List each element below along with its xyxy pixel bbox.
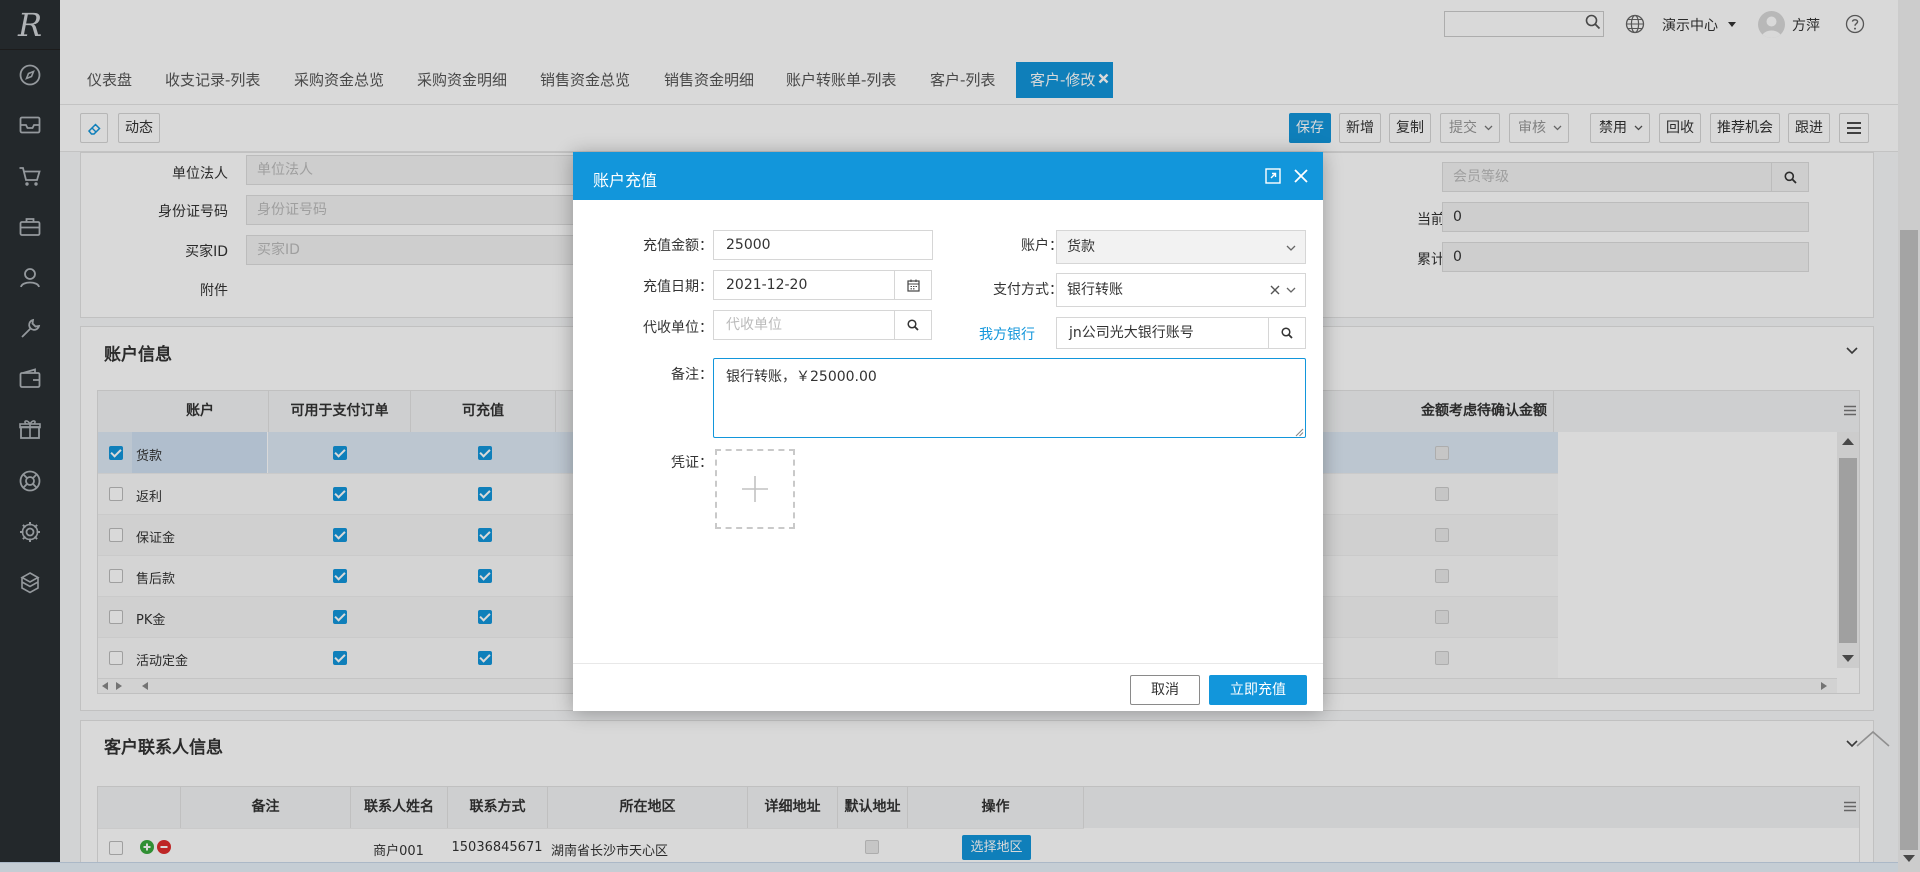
- plus-icon: [741, 475, 769, 503]
- date-picker-button[interactable]: [894, 270, 932, 300]
- pay-method-label: 支付方式：: [993, 282, 1063, 298]
- our-bank-search-button[interactable]: [1268, 317, 1306, 349]
- search-icon: [1281, 327, 1293, 339]
- chevron-down-icon: [1286, 287, 1296, 293]
- collector-search-button[interactable]: [894, 310, 932, 340]
- close-icon[interactable]: [1293, 168, 1309, 184]
- collector-input[interactable]: 代收单位: [713, 310, 895, 340]
- dialog-title: 账户充值: [593, 171, 658, 190]
- amount-label: 充值金额：: [643, 238, 713, 254]
- voucher-label: 凭证：: [671, 455, 713, 471]
- date-input[interactable]: 2021-12-20: [713, 270, 895, 300]
- chevron-down-icon: [1286, 245, 1296, 251]
- recharge-now-button[interactable]: 立即充值: [1209, 675, 1307, 705]
- pay-method-select[interactable]: 银行转账: [1056, 273, 1306, 307]
- dialog-footer-divider: [573, 663, 1323, 664]
- remark-label: 备注：: [671, 367, 713, 383]
- amount-input[interactable]: 25000: [713, 230, 933, 260]
- search-icon: [907, 319, 919, 331]
- voucher-upload[interactable]: [715, 449, 795, 529]
- date-label: 充值日期：: [643, 279, 713, 295]
- dialog-header: [573, 152, 1323, 200]
- our-bank-link[interactable]: 我方银行: [979, 324, 1035, 344]
- our-bank-input[interactable]: jn公司光大银行账号: [1056, 317, 1269, 349]
- calendar-icon: [906, 279, 920, 292]
- remark-textarea[interactable]: 银行转账，￥25000.00: [713, 358, 1306, 438]
- resize-handle-icon[interactable]: [1295, 428, 1304, 437]
- account-select[interactable]: 货款: [1056, 230, 1306, 264]
- account-label: 账户：: [1021, 238, 1063, 254]
- maximize-icon[interactable]: [1265, 168, 1281, 184]
- recharge-dialog: 账户充值 充值金额： 25000 充值日期： 2021-12-20 代收单位： …: [573, 152, 1323, 711]
- cancel-button[interactable]: 取消: [1130, 675, 1200, 705]
- collector-label: 代收单位：: [643, 320, 713, 336]
- clear-icon[interactable]: [1270, 285, 1280, 295]
